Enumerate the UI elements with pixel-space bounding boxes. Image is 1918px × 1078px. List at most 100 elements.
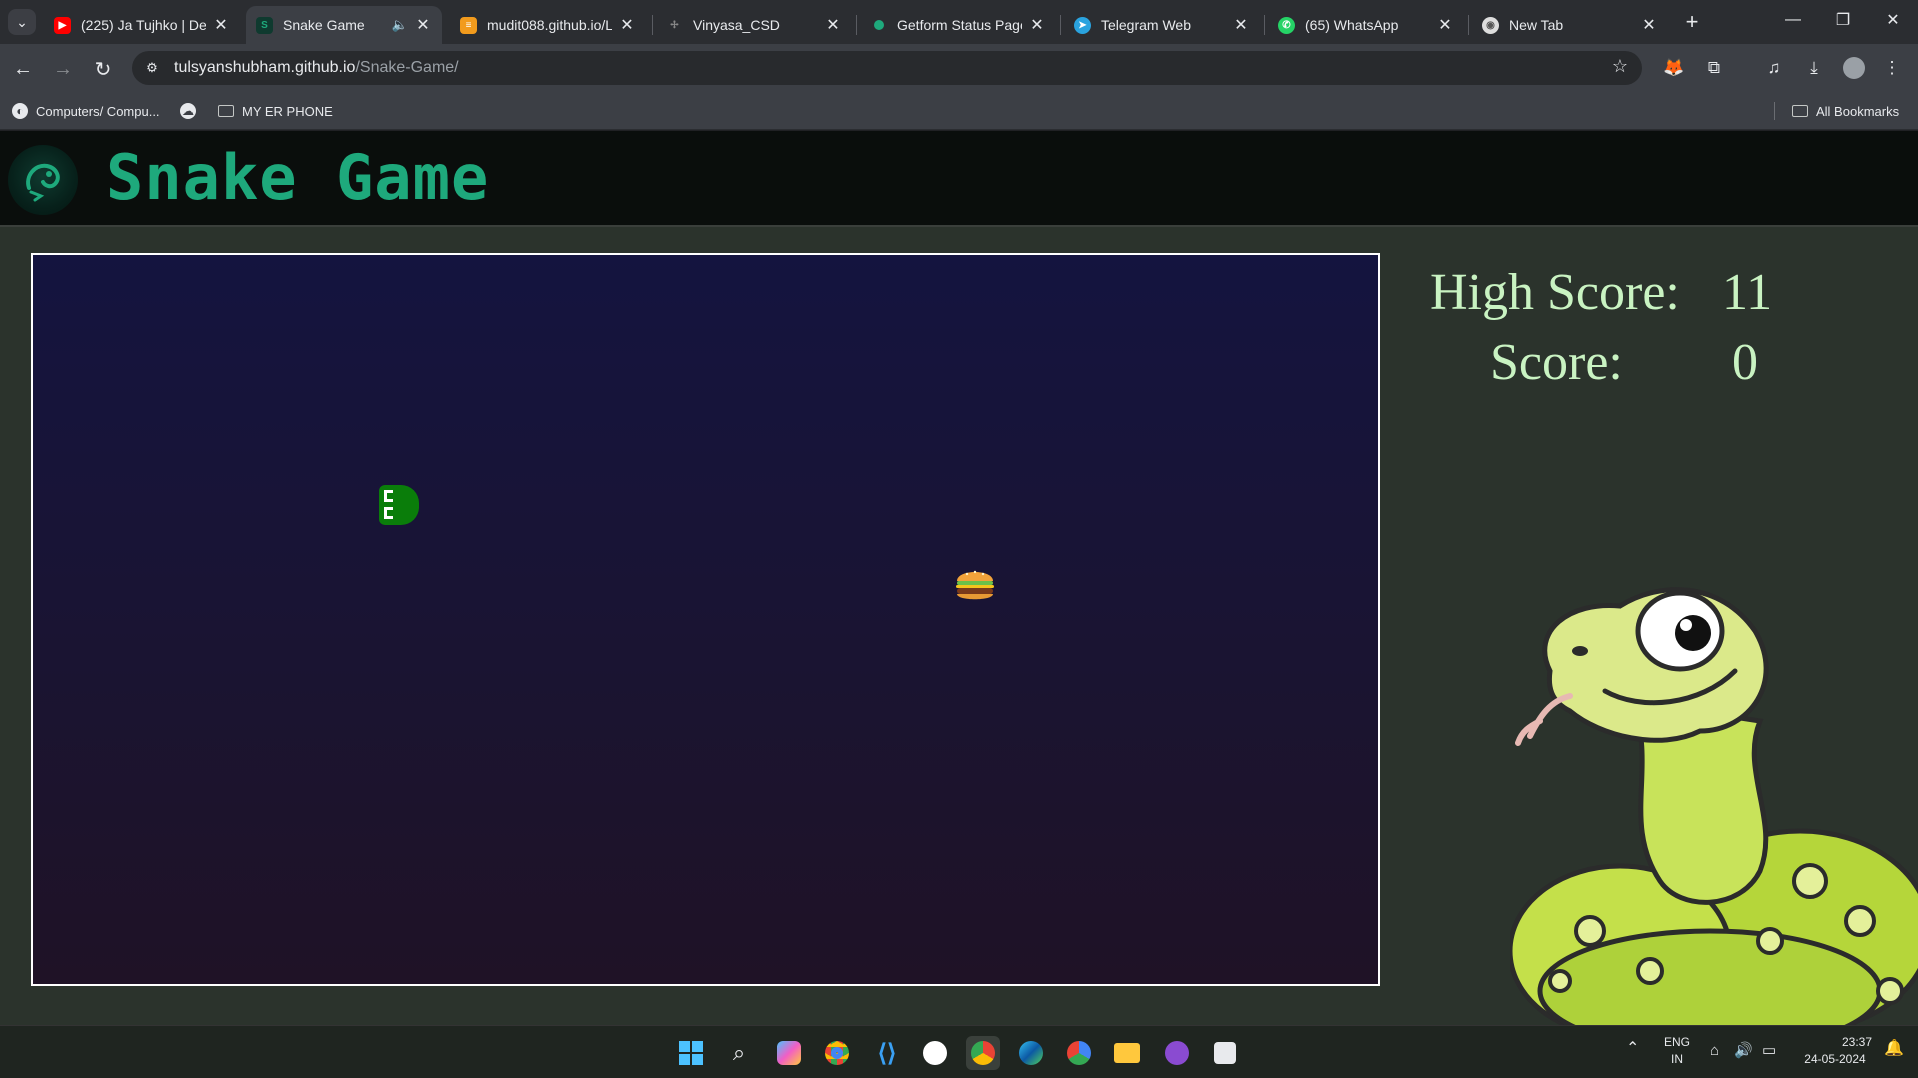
tab-title: (225) Ja Tujhko | Deep: [81, 17, 206, 33]
folder-icon: [1792, 105, 1808, 117]
reload-button[interactable]: ↻: [88, 54, 118, 84]
high-score-label: High Score:: [1430, 264, 1680, 321]
back-button[interactable]: ←: [8, 54, 38, 84]
chevron-up-icon[interactable]: ⌃: [1626, 1040, 1639, 1057]
snipping-tool-icon[interactable]: [1208, 1036, 1242, 1070]
close-icon[interactable]: ✕: [1028, 16, 1046, 34]
site-title: Snake Game: [106, 141, 490, 214]
burger-icon: ≡: [460, 16, 477, 34]
chrome-active-icon[interactable]: [966, 1036, 1000, 1070]
speaker-icon[interactable]: 🔈: [392, 17, 408, 33]
tab-separator: [856, 15, 857, 35]
chevron-down-icon: ⌄: [16, 13, 28, 30]
tab-separator: [652, 15, 653, 35]
game-board[interactable]: [31, 253, 1380, 986]
close-icon[interactable]: ✕: [1640, 16, 1658, 34]
url-host: tulsyanshubham.github.io: [174, 59, 356, 76]
score-value: 0: [1732, 334, 1758, 391]
tab-search-button[interactable]: ⌄: [8, 9, 36, 35]
close-icon[interactable]: ✕: [414, 16, 432, 34]
whatsapp-icon[interactable]: [918, 1036, 952, 1070]
chrome-icon: ◉: [1482, 16, 1499, 34]
file-explorer-icon[interactable]: [1110, 1036, 1144, 1070]
windows-taskbar: ⌕ ⟨⟩ ⌃ ENG IN ⌂ 🔊 ▭ 23:37 24-05-2024 🔔: [0, 1025, 1918, 1078]
edge-icon[interactable]: [1014, 1036, 1048, 1070]
reload-icon: ↻: [94, 58, 112, 81]
lang-label: ENG: [1664, 1035, 1691, 1049]
chrome-canary-icon[interactable]: [1062, 1036, 1096, 1070]
site-info-icon[interactable]: ⚙: [140, 56, 164, 80]
page-content: Snake Game High Score: 11 Score: 0: [0, 131, 1918, 1025]
tab-getform[interactable]: Getform Status Page ✕: [860, 6, 1056, 44]
tab-title: Snake Game: [283, 17, 365, 33]
chrome-icon[interactable]: [820, 1036, 854, 1070]
search-icon[interactable]: ⌕: [722, 1036, 756, 1070]
bookmark-label: Computers/ Compu...: [36, 103, 160, 119]
tab-mudit[interactable]: ≡ mudit088.github.io/L ✕: [450, 6, 646, 44]
minimize-icon: —: [1785, 11, 1801, 28]
tab-snake-game[interactable]: S Snake Game 🔈 ✕: [246, 6, 442, 44]
volume-icon[interactable]: 🔊: [1734, 1042, 1753, 1059]
bookmark-folder-my-er-phone[interactable]: MY ER PHONE: [218, 101, 333, 121]
clock[interactable]: 23:37 24-05-2024: [1798, 1034, 1872, 1068]
restore-button[interactable]: ❐: [1818, 0, 1868, 40]
metamask-extension-icon[interactable]: 🦊: [1662, 56, 1686, 80]
high-score-value: 11: [1722, 264, 1773, 321]
close-window-button[interactable]: ✕: [1868, 0, 1918, 40]
tab-title: mudit088.github.io/L: [487, 17, 612, 33]
snake-head: [379, 485, 419, 525]
media-controls-icon[interactable]: ♫: [1762, 56, 1786, 80]
battery-icon[interactable]: ▭: [1762, 1042, 1776, 1059]
status-dot-icon: [870, 17, 887, 34]
profile-avatar-icon[interactable]: [1842, 56, 1866, 80]
tab-whatsapp[interactable]: ✆ (65) WhatsApp ✕: [1268, 6, 1464, 44]
whatsapp-icon: ✆: [1278, 16, 1295, 34]
bookmarks-bar: ◐ Computers/ Compu... ☁ MY ER PHONE All …: [0, 92, 1918, 130]
menu-kebab-icon[interactable]: ⋮: [1880, 56, 1904, 80]
bookmark-label: MY ER PHONE: [242, 103, 333, 119]
language-indicator[interactable]: ENG IN: [1664, 1034, 1690, 1068]
close-icon[interactable]: ✕: [212, 16, 230, 34]
arrow-right-icon: →: [53, 57, 73, 80]
tab-separator: [1264, 15, 1265, 35]
close-icon[interactable]: ✕: [824, 16, 842, 34]
cloud-icon: ☁: [180, 103, 196, 119]
close-icon[interactable]: ✕: [1232, 16, 1250, 34]
all-bookmarks-button[interactable]: All Bookmarks: [1792, 101, 1899, 121]
arrow-left-icon: ←: [13, 57, 33, 80]
github-desktop-icon[interactable]: [1160, 1036, 1194, 1070]
vscode-icon[interactable]: ⟨⟩: [870, 1036, 904, 1070]
forward-button[interactable]: →: [48, 54, 78, 84]
tab-title: Vinyasa_CSD: [693, 17, 780, 33]
folder-icon: [218, 105, 234, 117]
tab-title: Telegram Web: [1101, 17, 1192, 33]
globe-icon: ◐: [12, 103, 28, 119]
minimize-button[interactable]: —: [1768, 0, 1818, 40]
close-icon[interactable]: ✕: [1436, 16, 1454, 34]
score-label: Score:: [1490, 334, 1623, 391]
extensions-icon[interactable]: ⧉: [1702, 56, 1726, 80]
url-text[interactable]: tulsyanshubham.github.io/Snake-Game/: [174, 59, 459, 77]
notification-bell-icon[interactable]: 🔔: [1884, 1040, 1904, 1057]
browser-toolbar: ← → ↻ ⚙ tulsyanshubham.github.io/Snake-G…: [0, 44, 1918, 92]
address-bar[interactable]: ⚙ tulsyanshubham.github.io/Snake-Game/ ☆: [132, 51, 1642, 85]
download-icon[interactable]: ⤓: [1802, 56, 1826, 80]
telegram-icon: ➤: [1074, 16, 1091, 34]
close-icon: ✕: [1886, 12, 1900, 29]
tab-vinyasa[interactable]: ✢ Vinyasa_CSD ✕: [656, 6, 852, 44]
tab-new-tab[interactable]: ◉ New Tab ✕: [1472, 6, 1668, 44]
tab-telegram[interactable]: ➤ Telegram Web ✕: [1064, 6, 1260, 44]
bookmark-cloud[interactable]: ☁: [180, 101, 204, 121]
bookmark-computers[interactable]: ◐ Computers/ Compu...: [12, 101, 160, 121]
close-icon[interactable]: ✕: [618, 16, 636, 34]
tab-youtube[interactable]: ▶ (225) Ja Tujhko | Deep ✕: [44, 6, 240, 44]
copilot-icon[interactable]: [772, 1036, 806, 1070]
time-label: 23:37: [1841, 1035, 1872, 1049]
network-icon[interactable]: ⌂: [1710, 1042, 1719, 1059]
bookmark-star-icon[interactable]: ☆: [1612, 56, 1628, 77]
windows-start-icon[interactable]: [674, 1036, 708, 1070]
tab-strip: ⌄ ▶ (225) Ja Tujhko | Deep ✕ S Snake Gam…: [0, 0, 1918, 44]
new-tab-button[interactable]: +: [1678, 9, 1706, 35]
date-label: 24-05-2024: [1804, 1052, 1866, 1066]
site-header: Snake Game: [0, 131, 1918, 227]
